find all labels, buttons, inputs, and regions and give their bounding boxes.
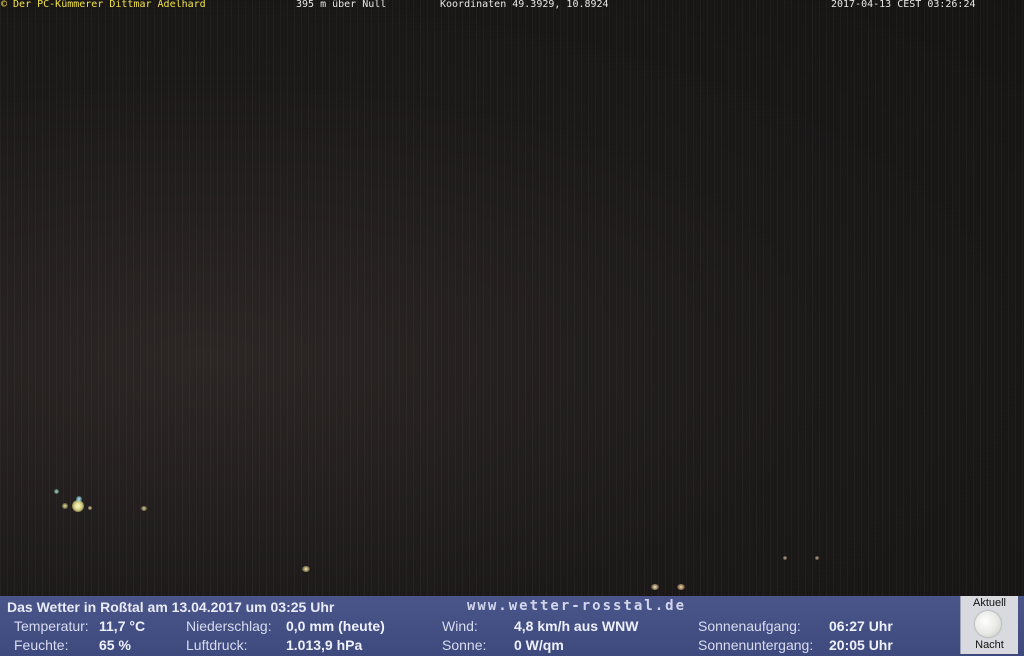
- light-spot: [76, 496, 82, 502]
- precipitation-label: Niederschlag:: [186, 618, 272, 634]
- timestamp-text: 2017-04-13 CEST 03:26:24: [831, 0, 976, 10]
- light-spot: [54, 489, 59, 494]
- light-spot: [651, 584, 659, 590]
- light-spot: [62, 503, 68, 509]
- sun-label: Sonne:: [442, 637, 487, 653]
- sunrise-label: Sonnenaufgang:: [698, 618, 801, 634]
- light-spot: [815, 556, 819, 560]
- copyright-text: © Der PC-Kümmerer Dittmar Adelhard: [1, 0, 206, 10]
- overlay-top-bar: © Der PC-Kümmerer Dittmar Adelhard 395 m…: [0, 0, 1024, 12]
- light-spot: [141, 506, 147, 511]
- light-spot: [783, 556, 787, 560]
- weather-panel: Das Wetter in Roßtal am 13.04.2017 um 03…: [0, 596, 1024, 656]
- website-link[interactable]: www.wetter-rosstal.de: [467, 598, 686, 614]
- webcam-image: [0, 0, 1024, 596]
- humidity-label: Feuchte:: [14, 637, 69, 653]
- coordinates-text: Koordinaten 49.3929, 10.8924: [440, 0, 609, 10]
- weather-title: Das Wetter in Roßtal am 13.04.2017 um 03…: [7, 599, 335, 615]
- sunset-label: Sonnenuntergang:: [698, 637, 814, 653]
- pressure-value: 1.013,9 hPa: [286, 637, 363, 653]
- moon-top-label: Aktuell: [972, 597, 1007, 609]
- wind-label: Wind:: [442, 618, 478, 634]
- temperature-value: 11,7 °C: [99, 618, 146, 634]
- moon-bottom-label: Nacht: [975, 639, 1004, 651]
- sun-value: 0 W/qm: [514, 637, 564, 653]
- altitude-text: 395 m über Null: [296, 0, 387, 10]
- precipitation-value: 0,0 mm (heute): [286, 618, 385, 634]
- wind-value: 4,8 km/h aus WNW: [514, 618, 639, 634]
- light-spot: [677, 584, 685, 590]
- sunrise-value: 06:27 Uhr: [829, 618, 893, 634]
- sunset-value: 20:05 Uhr: [829, 637, 893, 653]
- pressure-label: Luftdruck:: [186, 637, 248, 653]
- humidity-value: 65 %: [99, 637, 131, 653]
- light-spot: [302, 566, 310, 572]
- moon-icon: [975, 611, 1001, 637]
- temperature-label: Temperatur:: [14, 618, 89, 634]
- light-spot: [88, 506, 92, 510]
- moon-phase-box: Aktuell Nacht: [960, 596, 1018, 654]
